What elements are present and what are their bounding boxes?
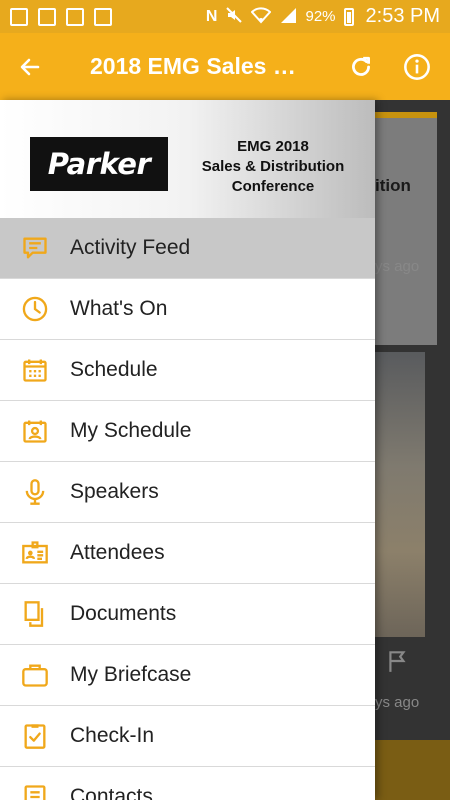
- menu-item-activity-feed[interactable]: Activity Feed: [0, 218, 375, 279]
- wifi-icon: [251, 6, 272, 28]
- feed-bottom-bar: [375, 740, 450, 800]
- menu-label: Attendees: [70, 541, 165, 564]
- menu-item-my-schedule[interactable]: My Schedule: [0, 401, 375, 462]
- app-bar: 2018 EMG Sales Meeting: [0, 33, 450, 100]
- battery-icon: [343, 7, 354, 26]
- menu-item-whats-on[interactable]: What's On: [0, 279, 375, 340]
- id-card-icon: [0, 539, 70, 567]
- menu-item-speakers[interactable]: Speakers: [0, 462, 375, 523]
- menu-label: What's On: [70, 297, 168, 320]
- menu-item-contacts[interactable]: Contacts: [0, 767, 375, 800]
- search-notification-icon: [10, 7, 28, 26]
- parker-logo: Parker: [30, 137, 168, 191]
- info-button[interactable]: [398, 48, 436, 86]
- calendar-person-icon: [0, 417, 70, 445]
- clock-time: 2:53 PM: [365, 5, 440, 27]
- menu-item-check-in[interactable]: Check-In: [0, 706, 375, 767]
- feed-card-accent: [375, 112, 437, 118]
- menu-label: Check-In: [70, 724, 155, 747]
- feed-time-ago-2: ys ago: [375, 694, 420, 711]
- menu-item-schedule[interactable]: Schedule: [0, 340, 375, 401]
- navigation-drawer: Parker EMG 2018 Sales & Distribution Con…: [0, 100, 375, 800]
- menu-label: Contacts: [70, 785, 153, 800]
- refresh-button[interactable]: [342, 48, 380, 86]
- clock-icon: [0, 295, 70, 323]
- activity-feed-background: ition ys ago ys ago: [375, 100, 450, 800]
- menu-label: Schedule: [70, 358, 158, 381]
- menu-label: Speakers: [70, 480, 159, 503]
- conference-title-line-2: Sales & Distribution: [201, 158, 345, 175]
- microphone-icon: [0, 478, 70, 506]
- chat-icon: [0, 234, 70, 262]
- flag-icon: [385, 648, 411, 679]
- refresh-icon: [352, 56, 370, 76]
- drawer-banner: Parker EMG 2018 Sales & Distribution Con…: [0, 100, 375, 218]
- clipboard-check-icon: [0, 722, 70, 750]
- menu-label: My Schedule: [70, 419, 192, 442]
- menu-item-documents[interactable]: Documents: [0, 584, 375, 645]
- back-button[interactable]: [0, 33, 60, 100]
- briefcase-icon: [0, 661, 70, 689]
- calendar-icon: [0, 356, 70, 384]
- battery-percent: 92%: [305, 8, 336, 25]
- feed-card: [375, 112, 437, 345]
- documents-icon: [0, 600, 70, 628]
- nfc-icon: N: [205, 7, 218, 25]
- drawer-menu: Activity Feed What's On Schedule My Sche…: [0, 218, 375, 800]
- signal-icon: [279, 6, 297, 28]
- conference-title-line-3: Conference: [231, 178, 315, 195]
- conference-title: EMG 2018 Sales & Distribution Conference: [178, 137, 368, 197]
- feed-time-ago: ys ago: [375, 258, 420, 275]
- menu-label: Documents: [70, 602, 177, 625]
- menu-item-attendees[interactable]: Attendees: [0, 523, 375, 584]
- mail-notification-icon: [66, 7, 84, 26]
- menu-item-my-briefcase[interactable]: My Briefcase: [0, 645, 375, 706]
- conference-title-line-1: EMG 2018: [237, 138, 309, 155]
- excel-notification-icon: [94, 7, 112, 26]
- gallery-notification-icon: [38, 7, 56, 26]
- arrow-left-icon: [20, 58, 40, 75]
- mute-icon: [225, 6, 243, 28]
- menu-label: My Briefcase: [70, 663, 192, 686]
- menu-label: Activity Feed: [70, 236, 191, 259]
- app-title: 2018 EMG Sales Meeting: [90, 53, 310, 79]
- contacts-icon: [0, 783, 70, 800]
- info-icon: [404, 53, 430, 80]
- feed-card-title: ition: [375, 176, 411, 195]
- status-bar: N 92% 2:53 PM: [0, 0, 450, 33]
- feed-photo: [375, 352, 425, 637]
